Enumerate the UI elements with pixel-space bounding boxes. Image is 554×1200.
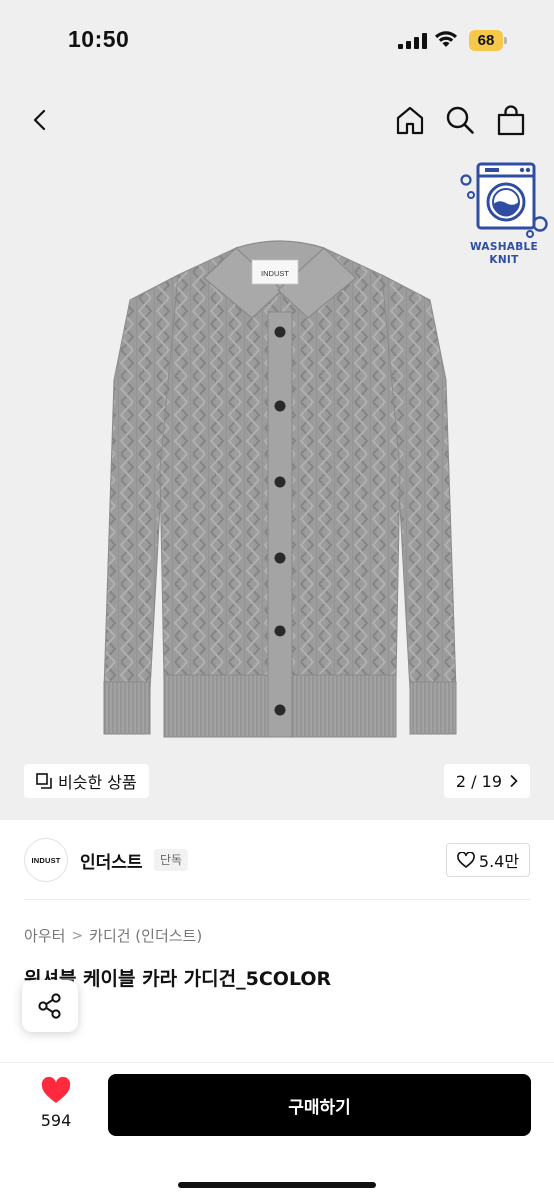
copy-icon bbox=[36, 773, 52, 789]
washable-label-line1: WASHABLE bbox=[470, 241, 538, 253]
divider bbox=[24, 899, 530, 900]
exclusive-badge: 단독 bbox=[154, 849, 189, 871]
share-button[interactable] bbox=[22, 980, 78, 1032]
similar-products-button[interactable]: 비슷한 상품 bbox=[24, 764, 149, 798]
breadcrumb-category[interactable]: 아우터 bbox=[24, 925, 65, 946]
breadcrumb-subcategory[interactable]: 카디건 (인더스트) bbox=[89, 925, 202, 946]
breadcrumb-separator-icon: > bbox=[71, 927, 84, 944]
status-bar: 10:50 68 bbox=[0, 0, 554, 84]
brand-row: INDUST 인더스트 단독 5.4만 bbox=[0, 836, 554, 900]
similar-products-label: 비슷한 상품 bbox=[58, 773, 137, 792]
image-counter-text: 2 / 19 bbox=[455, 771, 502, 791]
brand-like-button[interactable]: 5.4만 bbox=[446, 843, 530, 877]
cart-button[interactable] bbox=[491, 100, 531, 140]
cardigan-product-image: INDUST bbox=[103, 240, 457, 738]
home-button[interactable] bbox=[390, 100, 430, 140]
brand-logo[interactable]: INDUST bbox=[24, 838, 68, 882]
wishlist-count: 594 bbox=[40, 1111, 72, 1130]
battery-tip bbox=[504, 37, 507, 44]
neck-label-text: INDUST bbox=[261, 269, 289, 278]
product-title: 워셔블 케이블 카라 가디건_5COLOR bbox=[24, 968, 332, 990]
shopping-bag-icon bbox=[497, 105, 525, 136]
washable-knit-badge: WASHABLE KNIT bbox=[456, 158, 552, 268]
signal-icon bbox=[398, 33, 427, 49]
home-icon bbox=[396, 106, 424, 135]
search-icon bbox=[446, 106, 474, 134]
search-button[interactable] bbox=[440, 100, 480, 140]
heart-filled-icon bbox=[41, 1076, 71, 1103]
home-indicator bbox=[178, 1182, 376, 1188]
wifi-icon bbox=[435, 31, 457, 47]
brand-like-count: 5.4만 bbox=[478, 852, 520, 871]
share-icon bbox=[38, 993, 61, 1019]
breadcrumb: 아우터 > 카디건 (인더스트) bbox=[24, 925, 202, 946]
battery-level: 68 bbox=[469, 30, 503, 51]
back-button[interactable] bbox=[20, 100, 60, 140]
brand-name[interactable]: 인더스트 bbox=[80, 848, 143, 873]
product-image-area[interactable]: 10:50 68 WASHABLE KNIT INDUST 비슷한 상품 2 /… bbox=[0, 0, 554, 820]
chevron-right-icon bbox=[510, 775, 518, 787]
washing-machine-icon bbox=[460, 162, 548, 238]
buy-button[interactable]: 구매하기 bbox=[108, 1074, 531, 1136]
bottom-action-bar: 594 구매하기 bbox=[0, 1062, 554, 1200]
chevron-left-icon bbox=[33, 109, 46, 131]
heart-outline-icon bbox=[457, 852, 475, 868]
status-time: 10:50 bbox=[68, 26, 130, 52]
battery-indicator: 68 bbox=[469, 30, 507, 51]
wishlist-button[interactable]: 594 bbox=[30, 1075, 82, 1135]
image-counter-button[interactable]: 2 / 19 bbox=[443, 764, 530, 798]
washable-knit-label: WASHABLE KNIT bbox=[456, 241, 552, 267]
washable-label-line2: KNIT bbox=[489, 254, 519, 266]
